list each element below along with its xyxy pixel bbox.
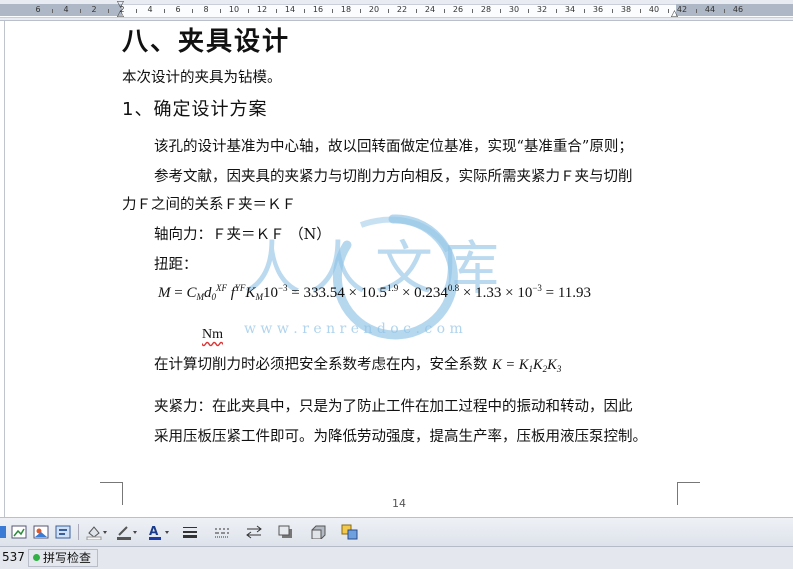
ruler-minor-tick [668,9,669,13]
paragraph-2-line-1: 参考文献，因夹具的夹紧力与切削力方向相反，实际所需夹紧力Ｆ夹与切削 [154,169,633,185]
watermark-url: w w w . r e n r e n d o c . c o m [244,321,463,337]
ruler-minor-tick [500,9,501,13]
ruler-tick-label: 10 [228,5,240,14]
ruler-tick-label: 38 [620,5,632,14]
clamp-force-line-1: 夹紧力：在此夹具中，只是为了防止工件在加工过程中的振动和转动，因此 [154,399,633,415]
torque-formula[interactable]: M = CMd0XF fYFKM10−3 = 333.54 × 10.51.9 … [158,283,591,302]
ruler-tick-label: 32 [536,5,548,14]
clamp-force-line-2: 采用压板压紧工件即可。为降低劳动强度，提高生产率，压板用液压泵控制。 [154,429,647,445]
ruler-minor-tick [108,9,109,13]
line-style-icon[interactable] [180,523,200,541]
horizontal-ruler[interactable]: 6 4 2 2 4 6 8 10 12 14 16 18 20 22 24 26 28 30 32 34 36 38 40 4… [0,0,793,21]
ruler-minor-tick [472,9,473,13]
select-objects-icon[interactable] [340,523,360,541]
intro-text: 本次设计的夹具为钻模。 [122,70,282,86]
ruler-minor-tick [276,9,277,13]
svg-text:A: A [149,524,159,538]
ruler-minor-tick [640,9,641,13]
ruler-minor-tick [80,9,81,13]
ruler-tick-label: 12 [256,5,268,14]
drawing-toolbar: A [0,517,793,547]
ruler-minor-tick [248,9,249,13]
status-bar: 537 拼写检查 [0,546,793,569]
torque-label: 扭距： [154,257,198,273]
safety-formula[interactable]: K = K1K2K3 [492,357,561,374]
ruler-tick-label: 4 [63,5,69,14]
ruler-minor-tick [612,9,613,13]
ruler-tick-label: 8 [203,5,209,14]
ruler-minor-tick [164,9,165,13]
font-color-icon[interactable]: A [146,523,170,541]
ruler-tick-label: 46 [732,5,744,14]
ruler-tick-label: 26 [452,5,464,14]
chart-icon[interactable] [10,523,28,541]
fill-color-icon[interactable] [84,523,108,541]
ruler-minor-tick [332,9,333,13]
page-number: 14 [392,497,406,510]
ruler-tick-label: 2 [91,5,97,14]
ruler-tick-label: 14 [284,5,296,14]
ruler-minor-tick [304,9,305,13]
section-title: 1、确定设计方案 [122,99,268,120]
ruler-minor-tick [556,9,557,13]
3d-icon[interactable] [308,523,328,541]
safety-factor-text: 在计算切削力时必须把安全系数考虑在内，安全系数 K = K1K2K3 [154,357,562,374]
axial-force-text: 轴向力：Ｆ夹＝ＫＦ （N） [154,227,331,243]
ruler-minor-tick [52,9,53,13]
shadow-icon[interactable] [276,523,296,541]
dash-style-icon[interactable] [212,523,232,541]
ruler-tick-label: 4 [147,5,153,14]
ruler-minor-tick [360,9,361,13]
ruler-tick-label: 42 [676,5,688,14]
ruler-tick-label: 18 [340,5,352,14]
page-edge [4,21,5,517]
ruler-tick-label: 22 [396,5,408,14]
ruler-tick-label: 16 [312,5,324,14]
ruler-minor-tick [220,9,221,13]
textbox-icon[interactable] [54,523,72,541]
ruler-minor-tick [528,9,529,13]
document-page[interactable]: 人人文库 w w w . r e n r e n d o c . c o m 八… [0,21,793,517]
ruler-tick-label: 44 [704,5,716,14]
ruler-minor-tick [136,9,137,13]
hanging-indent-marker[interactable]: △ [117,10,124,19]
picture-icon[interactable] [0,523,6,541]
ruler-minor-tick [696,9,697,13]
ruler-tick-label: 6 [175,5,181,14]
margin-corner-left [100,482,123,505]
right-indent-marker[interactable]: △ [671,10,678,19]
ruler-tick-label: 6 [35,5,41,14]
line-color-icon[interactable] [114,523,138,541]
unit-nm: Nm [202,327,223,342]
spell-status-icon [33,554,40,561]
ruler-tick-label: 24 [424,5,436,14]
paragraph-2-line-2: 力Ｆ之间的关系Ｆ夹＝ＫＦ [122,197,296,213]
ruler-tick-label: 30 [508,5,520,14]
ruler-tick-label: 34 [564,5,576,14]
margin-corner-right [677,482,700,505]
ruler-tick-label: 36 [592,5,604,14]
word-count: 537 [2,550,25,564]
ruler-minor-tick [388,9,389,13]
ruler-minor-tick [192,9,193,13]
spell-check-button[interactable]: 拼写检查 [28,549,99,567]
ruler-tick-label: 28 [480,5,492,14]
toolbar-separator [78,524,79,540]
ruler-tick-label: 20 [368,5,380,14]
spell-check-label: 拼写检查 [43,551,92,565]
chapter-heading: 八、夹具设计 [122,27,291,57]
clipart-icon[interactable] [32,523,50,541]
arrow-style-icon[interactable] [244,523,264,541]
ruler-minor-tick [416,9,417,13]
ruler-left-margin [0,4,122,16]
ruler-minor-tick [444,9,445,13]
ruler-tick-label: 40 [648,5,660,14]
ruler-minor-tick [584,9,585,13]
ruler-minor-tick [724,9,725,13]
paragraph-1: 该孔的设计基准为中心轴，故以回转面做定位基准，实现“基准重合”原则； [154,139,633,155]
